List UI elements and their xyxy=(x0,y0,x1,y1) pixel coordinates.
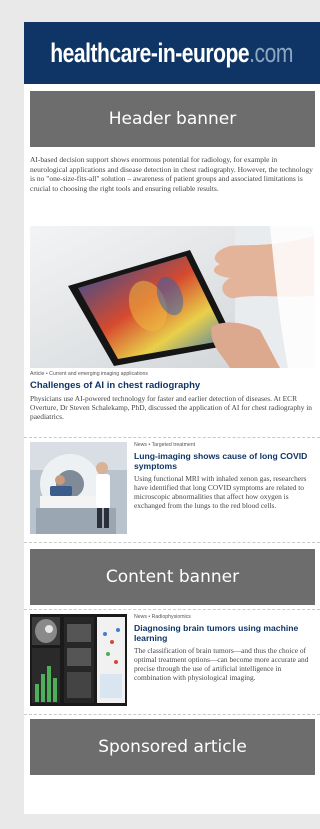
divider xyxy=(24,542,320,543)
featured-title-link[interactable]: Challenges of AI in chest radiography xyxy=(30,380,314,391)
featured-summary: Physicians use AI-powered technology for… xyxy=(30,394,313,421)
article-thumbnail[interactable] xyxy=(30,614,127,706)
sponsored-article-banner[interactable]: Sponsored article xyxy=(30,719,315,775)
tablet-xray-illustration xyxy=(30,226,314,368)
sponsored-banner-label: Sponsored article xyxy=(98,737,247,757)
article-text: News • Radiophysiomics Diagnosing brain … xyxy=(134,614,314,683)
logo-main-text: healthcare-in-europe xyxy=(50,37,250,68)
page: healthcare-in-europe.com Header banner A… xyxy=(24,22,320,814)
mri-scanner-photo xyxy=(30,442,127,534)
featured-kicker: Article • Current and emerging imaging a… xyxy=(30,371,149,377)
featured-article[interactable]: Article • Current and emerging imaging a… xyxy=(30,371,314,422)
content-banner[interactable]: Content banner xyxy=(30,549,315,605)
content-banner-label: Content banner xyxy=(105,567,240,587)
site-logo[interactable]: healthcare-in-europe.com xyxy=(51,38,294,69)
intro-text: AI-based decision support shows enormous… xyxy=(30,155,313,193)
article-title-link[interactable]: Diagnosing brain tumors using machine le… xyxy=(134,623,314,643)
brain-tumor-figure xyxy=(30,614,127,706)
divider xyxy=(24,714,320,715)
header-banner-label: Header banner xyxy=(108,109,237,129)
logo-tld-text: .com xyxy=(249,37,294,68)
article-title-link[interactable]: Lung-imaging shows cause of long COVID s… xyxy=(134,451,314,471)
header-banner[interactable]: Header banner xyxy=(30,91,315,147)
article-card[interactable]: News • Targeted treatment Lung-imaging s… xyxy=(30,442,314,546)
article-text: News • Targeted treatment Lung-imaging s… xyxy=(134,442,314,511)
divider xyxy=(24,437,320,438)
article-summary: Using functional MRI with inhaled xenon … xyxy=(134,474,307,510)
article-thumbnail[interactable] xyxy=(30,442,127,534)
divider xyxy=(24,609,320,610)
site-header: healthcare-in-europe.com xyxy=(24,22,320,84)
article-summary: The classification of brain tumors—and t… xyxy=(134,646,309,682)
article-kicker: News • Radiophysiomics xyxy=(134,614,191,620)
article-card[interactable]: News • Radiophysiomics Diagnosing brain … xyxy=(30,614,314,718)
featured-image[interactable] xyxy=(30,226,314,368)
article-kicker: News • Targeted treatment xyxy=(134,442,196,448)
